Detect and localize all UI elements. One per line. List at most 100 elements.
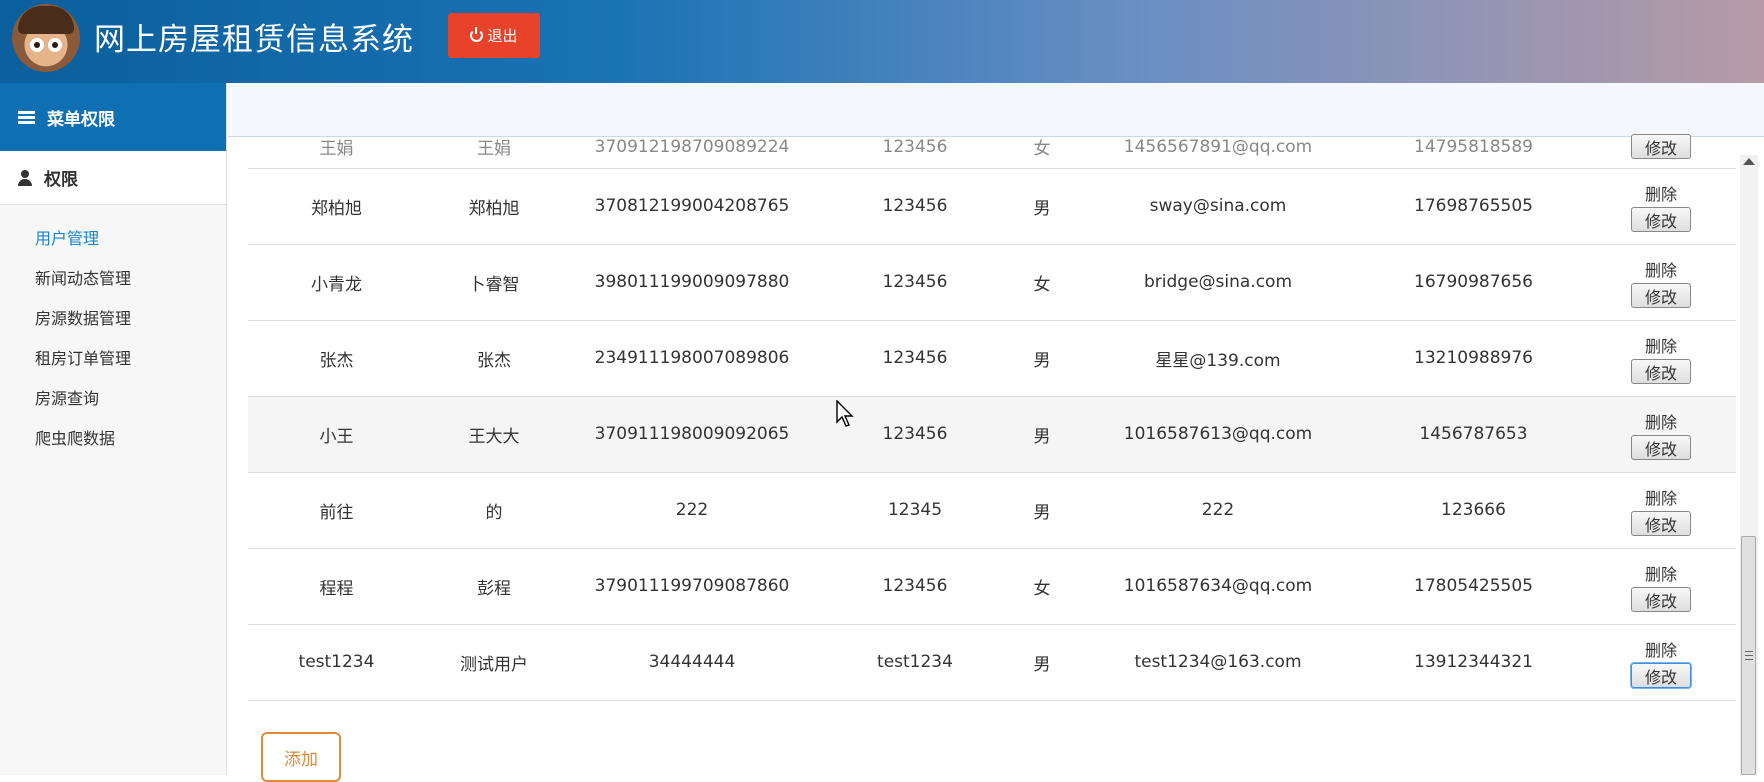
table-cell: 17805425505 <box>1361 548 1586 625</box>
table-cell: 123456 <box>821 244 1009 321</box>
table-cell: 男 <box>1009 472 1075 549</box>
table-cell: 222 <box>1075 472 1361 549</box>
table-cell: sway@sina.com <box>1075 168 1361 245</box>
table-cell: 王娟 <box>248 130 425 169</box>
table-cell: 男 <box>1009 168 1075 245</box>
table-cell: 女 <box>1009 548 1075 625</box>
table-cell: 1456787653 <box>1361 396 1586 473</box>
table-cell: 370812199004208765 <box>563 168 821 245</box>
sidebar-nav: 用户管理 新闻动态管理 房源数据管理 租房订单管理 房源查询 爬虫爬数据 <box>0 205 226 459</box>
table-cell: 12345 <box>821 472 1009 549</box>
delete-link[interactable]: 删除 <box>1645 181 1677 205</box>
sidebar-item-rental-order-management[interactable]: 租房订单管理 <box>0 339 226 379</box>
delete-link[interactable]: 删除 <box>1645 637 1677 661</box>
row-actions: 删除 修改 <box>1586 168 1736 245</box>
table-cell: 370912198709089224 <box>563 130 821 169</box>
table-cell: 1456567891@qq.com <box>1075 130 1361 169</box>
app-title: 网上房屋租赁信息系统 <box>94 22 414 58</box>
row-actions: 删除 修改 <box>1586 548 1736 625</box>
sidebar-item-listing-data-management[interactable]: 房源数据管理 <box>0 299 226 339</box>
table-cell: 卜睿智 <box>425 244 563 321</box>
table-cell: 123456 <box>821 168 1009 245</box>
table-row: 张杰 张杰 234911198007089806 123456 男星星@139.com 1… <box>248 320 1736 397</box>
content-topbar <box>228 83 1764 137</box>
table-cell: 14795818589 <box>1361 130 1586 169</box>
table-row: 郑柏旭 郑柏旭 370812199004208765 123456 男 sway@sina… <box>248 168 1736 245</box>
mouse-cursor-icon <box>836 400 854 427</box>
sidebar-item-user-management[interactable]: 用户管理 <box>0 219 226 259</box>
delete-link[interactable]: 删除 <box>1645 561 1677 585</box>
app-header: 网上房屋租赁信息系统 退出 <box>0 0 1764 83</box>
table-cell: 小王 <box>248 396 425 473</box>
row-actions: 删除 修改 <box>1586 244 1736 321</box>
user-icon <box>18 169 32 186</box>
table-cell: 前往 <box>248 472 425 549</box>
permission-title: 权限 <box>44 170 78 190</box>
table-cell: bridge@sina.com <box>1075 244 1361 321</box>
edit-button[interactable]: 修改 <box>1631 358 1691 384</box>
table-cell: 1016587634@qq.com <box>1075 548 1361 625</box>
delete-link[interactable]: 删除 <box>1645 257 1677 281</box>
row-actions: 删除 修改 <box>1586 396 1736 473</box>
table-cell: 王娟 <box>425 130 563 169</box>
scroll-up-arrow-icon[interactable] <box>1743 158 1755 165</box>
table-cell: 123456 <box>821 548 1009 625</box>
table-cell: test1234@163.com <box>1075 624 1361 701</box>
edit-button[interactable]: 修改 <box>1631 134 1691 160</box>
table-cell: 女 <box>1009 130 1075 169</box>
table-cell: 女 <box>1009 244 1075 321</box>
row-actions: 删除 修改 <box>1586 320 1736 397</box>
table-cell: 17698765505 <box>1361 168 1586 245</box>
table-row: 小青龙 卜睿智 398011199009097880 123456 女 bridge@si… <box>248 244 1736 321</box>
table-cell: 程程 <box>248 548 425 625</box>
table-cell: 男 <box>1009 396 1075 473</box>
table-row: test1234 测试用户 34444444 test1234 男 test1234@16… <box>248 624 1736 701</box>
table-cell: 398011199009097880 <box>563 244 821 321</box>
table-cell: 370911198009092065 <box>563 396 821 473</box>
delete-link[interactable]: 删除 <box>1645 485 1677 509</box>
table-row: 王娟 王娟 370912198709089224 123456 女 1456567891@… <box>248 130 1736 169</box>
table-row: 前往的 222 12345 男 222 123666 删除 修改 <box>248 472 1736 549</box>
edit-button[interactable]: 修改 <box>1631 434 1691 460</box>
edit-button[interactable]: 修改 <box>1631 510 1691 536</box>
table-row: 程程 彭程 379011199709087860 123456 女 1016587634@… <box>248 548 1736 625</box>
table-cell: 测试用户 <box>425 624 563 701</box>
table-cell: 379011199709087860 <box>563 548 821 625</box>
delete-link[interactable]: 删除 <box>1645 409 1677 433</box>
table-cell: 郑柏旭 <box>248 168 425 245</box>
table-cell: 123456 <box>821 320 1009 397</box>
edit-button[interactable]: 修改 <box>1631 662 1691 688</box>
delete-link[interactable]: 删除 <box>1645 333 1677 357</box>
logout-button[interactable]: 退出 <box>448 13 540 58</box>
row-actions: 修改 <box>1586 130 1736 169</box>
table-cell: 13912344321 <box>1361 624 1586 701</box>
table-cell: 123666 <box>1361 472 1586 549</box>
permission-section[interactable]: 权限 <box>0 151 226 205</box>
table-cell: 13210988976 <box>1361 320 1586 397</box>
edit-button[interactable]: 修改 <box>1631 206 1691 232</box>
table-cell: 16790987656 <box>1361 244 1586 321</box>
edit-button[interactable]: 修改 <box>1631 282 1691 308</box>
table-cell: 郑柏旭 <box>425 168 563 245</box>
row-actions: 删除 修改 <box>1586 624 1736 701</box>
table-cell: 1016587613@qq.com <box>1075 396 1361 473</box>
table-cell: 彭程 <box>425 548 563 625</box>
sidebar-item-listing-search[interactable]: 房源查询 <box>0 379 226 419</box>
table-cell: test1234 <box>821 624 1009 701</box>
avatar <box>12 4 80 72</box>
table-cell: 222 <box>563 472 821 549</box>
sidebar: 菜单权限 权限 用户管理 新闻动态管理 房源数据管理 租房订单管理 房源查询 爬… <box>0 83 227 775</box>
logout-label: 退出 <box>487 27 518 45</box>
table-cell: 王大大 <box>425 396 563 473</box>
sidebar-item-news-management[interactable]: 新闻动态管理 <box>0 259 226 299</box>
edit-button[interactable]: 修改 <box>1631 586 1691 612</box>
menu-header: 菜单权限 <box>0 83 226 151</box>
table-cell: 张杰 <box>248 320 425 397</box>
sidebar-item-crawler-data[interactable]: 爬虫爬数据 <box>0 419 226 459</box>
power-icon <box>470 27 484 42</box>
table-cell: 的 <box>425 472 563 549</box>
table-cell: 男 <box>1009 320 1075 397</box>
table-cell: test1234 <box>248 624 425 701</box>
menu-title: 菜单权限 <box>47 109 115 130</box>
table-cell: 小青龙 <box>248 244 425 321</box>
